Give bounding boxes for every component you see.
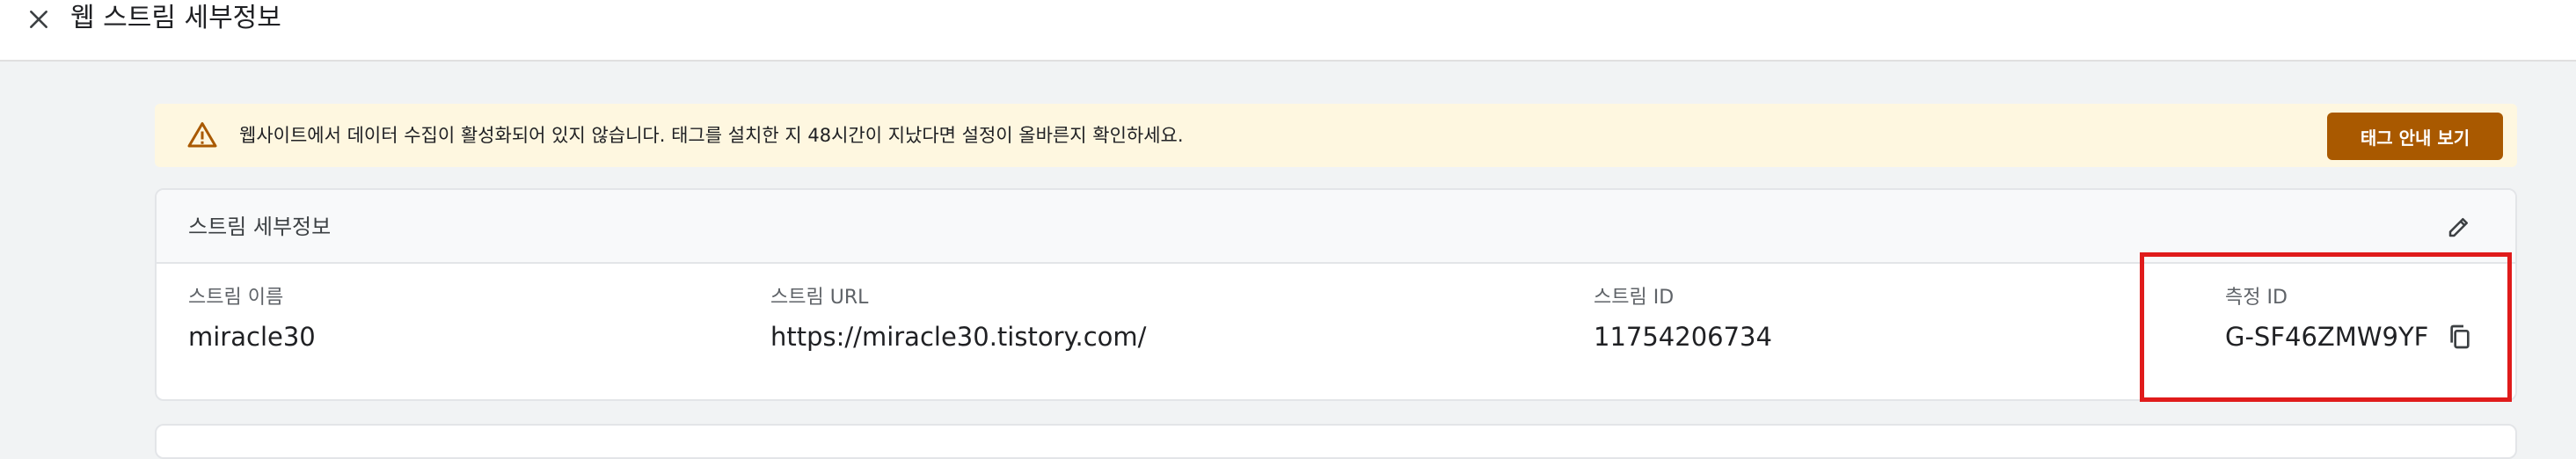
top-app-bar: 웹 스트림 세부정보 (0, 0, 2576, 62)
stream-url-value: https://miracle30.tistory.com/ (770, 322, 1147, 352)
banner-message: 웹사이트에서 데이터 수집이 활성화되어 있지 않습니다. 태그를 설치한 지 … (239, 125, 1184, 146)
close-icon (30, 11, 47, 28)
measurement-id-label: 측정 ID (2225, 287, 2288, 309)
next-section-card (155, 424, 2517, 459)
edit-stream-button[interactable] (2440, 208, 2478, 246)
card-header: 스트림 세부정보 (157, 190, 2515, 264)
stream-name-label: 스트림 이름 (188, 287, 284, 309)
data-collection-warning-banner: 웹사이트에서 데이터 수집이 활성화되어 있지 않습니다. 태그를 설치한 지 … (155, 104, 2517, 167)
measurement-id-field: 측정 ID G-SF46ZMW9YF (2225, 285, 2476, 353)
measurement-id-row: G-SF46ZMW9YF (2225, 320, 2476, 353)
stream-name-field: 스트림 이름 miracle30 (188, 285, 316, 353)
view-tag-instructions-button[interactable]: 태그 안내 보기 (2327, 113, 2503, 160)
stream-url-label: 스트림 URL (770, 287, 869, 309)
page-title: 웹 스트림 세부정보 (70, 3, 281, 33)
stream-details-card: 스트림 세부정보 스트림 이름 miracle30 스트림 URL https:… (155, 188, 2517, 401)
measurement-id-value[interactable]: G-SF46ZMW9YF (2225, 320, 2428, 353)
card-title: 스트림 세부정보 (188, 215, 332, 239)
stream-id-field: 스트림 ID 11754206734 (1594, 285, 1772, 353)
stream-id-label: 스트림 ID (1594, 287, 1675, 309)
stream-url-field: 스트림 URL https://miracle30.tistory.com/ (770, 285, 1146, 353)
stream-id-value: 11754206734 (1594, 322, 1772, 352)
edit-pencil-icon (2448, 218, 2468, 237)
warning-icon (187, 122, 217, 148)
copy-measurement-id-button[interactable] (2444, 321, 2476, 353)
close-button[interactable] (23, 2, 55, 37)
stream-name-value: miracle30 (188, 322, 316, 352)
copy-icon (2450, 324, 2470, 349)
